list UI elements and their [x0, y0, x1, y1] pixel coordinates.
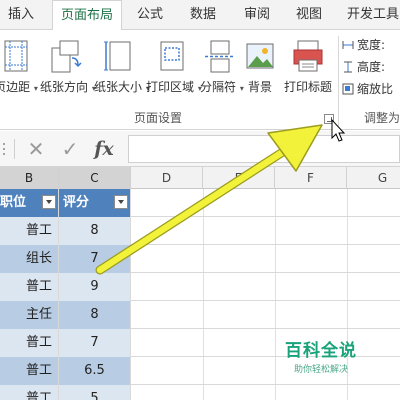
table-row: 普工 5	[0, 385, 400, 400]
table-cell-score[interactable]: 8	[59, 217, 131, 245]
table-header-row: 职位 评分	[0, 189, 400, 217]
print-area-label: 打印区域	[146, 80, 195, 94]
table-cell-score[interactable]: 7	[59, 245, 131, 273]
table-cell-score[interactable]: 8	[59, 301, 131, 329]
table-cell-position[interactable]: 普工	[0, 385, 59, 400]
filter-dropdown-icon[interactable]	[42, 195, 56, 209]
table-cell-score[interactable]: 6.5	[59, 357, 131, 385]
column-header-row: B C D E F G	[0, 167, 400, 189]
scale-width-label: 宽度:	[357, 38, 386, 52]
scale-icon	[342, 83, 354, 95]
formula-input[interactable]	[128, 135, 400, 163]
table-cell-position[interactable]: 普工	[0, 357, 59, 385]
tab-insert[interactable]: 插入	[0, 0, 42, 30]
chevron-down-icon: ▾	[33, 84, 38, 93]
filter-dropdown-icon[interactable]	[114, 195, 128, 209]
size-label: 纸张大小	[94, 80, 143, 94]
orientation-icon	[51, 40, 82, 73]
resize-handle-icon[interactable]	[0, 141, 8, 157]
size-icon	[104, 41, 131, 71]
table-cell-position[interactable]: 普工	[0, 329, 59, 357]
orientation-label: 纸张方向	[40, 80, 89, 94]
group-label-scale: 调整为	[364, 111, 400, 125]
tab-developer[interactable]: 开发工具	[340, 0, 400, 30]
column-header-c[interactable]: C	[59, 167, 131, 189]
tab-formulas[interactable]: 公式	[128, 0, 172, 30]
background-label: 背景	[247, 80, 272, 94]
breaks-icon	[205, 40, 235, 73]
scale-ratio-row[interactable]: 缩放比	[342, 80, 393, 100]
breaks-label: 分隔符	[200, 80, 237, 94]
group-divider	[338, 36, 339, 126]
table-cell-score[interactable]: 5	[59, 385, 131, 400]
table-cell-score[interactable]: 9	[59, 273, 131, 301]
scale-height-row[interactable]: 高度:	[342, 58, 385, 78]
background-icon	[246, 43, 274, 69]
print-area-button[interactable]: 打印区域 ▾	[146, 36, 202, 116]
formula-bar: ✕ ✓ fx	[0, 131, 400, 167]
table-cell-score[interactable]: 7	[59, 329, 131, 357]
table-cell-position[interactable]: 普工	[0, 273, 59, 301]
column-header-d[interactable]: D	[131, 167, 203, 189]
ribbon-tab-bar: 插入 页面布局 公式 数据 审阅 视图 开发工具	[0, 0, 400, 31]
close-icon[interactable]: ✕	[24, 137, 48, 161]
margins-label: 页边距	[0, 80, 31, 94]
group-label-page-setup: 页面设置	[134, 111, 183, 125]
formula-bar-divider	[14, 139, 15, 159]
scale-width-row[interactable]: 宽度:	[342, 36, 385, 56]
scale-height-label: 高度:	[357, 60, 386, 74]
watermark-title: 百科全说	[285, 341, 357, 361]
breaks-button[interactable]: 分隔符 ▾	[200, 36, 244, 116]
tab-view[interactable]: 视图	[286, 0, 332, 30]
insert-function-button[interactable]: fx	[92, 137, 116, 161]
background-button[interactable]: 背景	[240, 36, 280, 116]
print-titles-label: 打印标题	[283, 80, 332, 94]
height-icon	[344, 61, 352, 73]
ribbon-page-layout: 页边距 ▾ 纸张方向 ▾ 纸张大小 ▾ 打印区域 ▾ 分隔符 ▾ 背景 打印标题…	[0, 30, 400, 130]
table-cell-position[interactable]: 主任	[0, 301, 59, 329]
header-position-label: 职位	[0, 195, 27, 210]
print-titles-button[interactable]: 打印标题	[280, 36, 336, 116]
check-icon[interactable]: ✓	[58, 137, 82, 161]
print-titles-icon	[293, 40, 323, 72]
column-header-e[interactable]: E	[203, 167, 275, 189]
table-row: 普工 9	[0, 273, 400, 301]
watermark-subtitle: 助你轻松解决	[293, 365, 348, 375]
header-score-label: 评分	[63, 195, 90, 210]
column-header-g[interactable]: G	[347, 167, 400, 189]
scale-ratio-label: 缩放比	[357, 82, 394, 96]
table-cell-position[interactable]: 组长	[0, 245, 59, 273]
table-cell-position[interactable]: 普工	[0, 217, 59, 245]
column-header-b[interactable]: B	[0, 167, 59, 189]
table-row: 普工 8	[0, 217, 400, 245]
tab-data[interactable]: 数据	[180, 0, 226, 30]
column-header-f[interactable]: F	[275, 167, 347, 189]
tab-review[interactable]: 审阅	[234, 0, 280, 30]
page-setup-dialog-launcher[interactable]	[324, 114, 334, 124]
watermark: 百科全说 助你轻松解决	[276, 336, 366, 375]
size-button[interactable]: 纸张大小 ▾	[94, 36, 150, 116]
print-area-icon	[160, 41, 184, 71]
table-row: 组长 7	[0, 245, 400, 273]
table-row: 主任 8	[0, 301, 400, 329]
width-icon	[342, 41, 354, 49]
margins-icon	[4, 40, 28, 72]
tab-page-layout[interactable]: 页面布局	[52, 0, 122, 31]
orientation-button[interactable]: 纸张方向 ▾	[40, 36, 96, 116]
margins-button[interactable]: 页边距 ▾	[0, 36, 38, 116]
